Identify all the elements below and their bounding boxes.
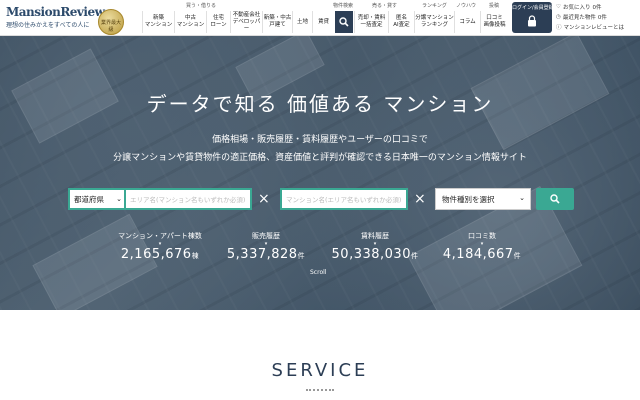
site-header: MansionReview 理想の住みかえをすべての人に 業界最大級 買う・借り… — [0, 0, 640, 36]
nav-bulk-appraisal[interactable]: 売却・賃料 一括査定 — [354, 11, 388, 33]
prefecture-select[interactable]: 都道府県 ⌄ — [68, 188, 126, 210]
logo-tagline: 理想の住みかえをすべての人に — [6, 22, 90, 29]
hero-subtitle-2: 分譲マンションや賃貸物件の適正価格、資産価値と評判が確認できる日本唯一のマンショ… — [113, 153, 527, 163]
about-link[interactable]: ⓘ マンションレビューとは — [556, 22, 640, 32]
recently-viewed-count: 0件 — [597, 15, 607, 21]
heading-divider — [306, 389, 334, 391]
stat-value: 2,165,676 — [120, 247, 192, 262]
stat-value: 5,337,828 — [226, 247, 298, 262]
stat-label: 販売履歴 — [252, 232, 280, 240]
scroll-indicator[interactable]: Scroll — [310, 269, 326, 276]
prefecture-label: 都道府県 — [74, 194, 104, 204]
nav-land[interactable]: 土地 — [292, 11, 312, 33]
hero-section: データで知る 価値ある マンション 価格相場・販売履歴・賃料履歴やユーザーの口コ… — [0, 36, 640, 310]
stat-unit: 棟 — [191, 252, 200, 260]
chevron-down-icon: ⌄ — [519, 194, 525, 202]
nav-group-post: 投稿 — [489, 3, 500, 9]
service-heading: SERVICE — [271, 360, 369, 381]
lock-icon — [528, 15, 536, 27]
favorites-link[interactable]: ♡ お気に入り 0件 — [556, 2, 640, 12]
area-input[interactable]: エリア名(マンション名もいずれか必須) — [124, 188, 252, 210]
chevron-down-icon: ⌄ — [116, 195, 122, 203]
nav-used-mansion[interactable]: 中古 マンション — [174, 11, 206, 33]
stat-label: 口コミ数 — [468, 232, 496, 240]
nav-ranking[interactable]: 分譲マンション ランキング — [414, 11, 454, 33]
recently-viewed-label: 最近見た物件 — [562, 15, 596, 21]
clock-icon: ◷ — [556, 14, 561, 20]
stat-value: 4,184,667 — [442, 247, 514, 262]
hero-subtitle-1: 価格相場・販売履歴・賃料履歴やユーザーの口コミで — [212, 135, 428, 145]
stat-rent-history: 賃料履歴 ▾ 50,338,030件 — [330, 231, 420, 262]
login-label: ログイン/会員登録 — [512, 5, 554, 11]
site-logo[interactable]: MansionReview 理想の住みかえをすべての人に 業界最大級 — [6, 5, 124, 35]
nav-developer[interactable]: 不動産会社 デベロッパー — [230, 11, 262, 33]
search-icon — [339, 17, 349, 27]
award-badge-icon: 業界最大級 — [98, 9, 124, 35]
nav-group-knowhow: ノウハウ — [456, 3, 477, 9]
question-icon: ⓘ — [556, 25, 562, 31]
logo-text: MansionReview — [6, 5, 105, 19]
stat-unit: 件 — [297, 252, 306, 260]
times-icon: × — [258, 191, 270, 207]
stat-buildings: マンション・アパート棟数 ▾ 2,165,676棟 — [112, 231, 208, 262]
property-type-label: 物件種別を選択 — [442, 194, 495, 204]
recently-viewed-link[interactable]: ◷ 最近見た物件 0件 — [556, 12, 640, 22]
nav-new-mansion[interactable]: 新築 マンション — [142, 11, 174, 33]
stat-value: 50,338,030 — [331, 247, 411, 262]
search-submit-button[interactable] — [536, 188, 574, 210]
stat-sales-history: 販売履歴 ▾ 5,337,828件 — [226, 231, 306, 262]
nav-review-post[interactable]: 口コミ 画像投稿 — [480, 11, 508, 33]
stat-label: 賃料履歴 — [361, 232, 389, 240]
nav-housing-loan[interactable]: 住宅 ローン — [206, 11, 230, 33]
heart-icon: ♡ — [556, 4, 561, 10]
nav-group-search: 物件検索 — [333, 3, 354, 9]
search-icon — [550, 194, 560, 204]
property-type-select[interactable]: 物件種別を選択 ⌄ — [435, 188, 531, 210]
badge-text: 業界最大級 — [100, 20, 121, 33]
user-side-links: ♡ お気に入り 0件 ◷ 最近見た物件 0件 ⓘ マンションレビューとは — [556, 2, 640, 32]
nav-group-ranking: ランキング — [422, 3, 447, 9]
about-label: マンションレビューとは — [563, 25, 625, 31]
nav-group-sell-lease: 売る・貸す — [372, 3, 398, 9]
nav-group-buy-rent: 買う・借りる — [186, 3, 217, 9]
favorites-label: お気に入り — [562, 5, 591, 11]
nav-column[interactable]: コラム — [454, 11, 480, 33]
login-button[interactable]: ログイン/会員登録 — [512, 2, 554, 33]
stat-label: マンション・アパート棟数 — [118, 232, 202, 240]
mansion-name-input[interactable]: マンション名(エリア名もいずれか必須) — [280, 188, 408, 210]
nav-rental[interactable]: 賃貸 — [312, 11, 334, 33]
stat-unit: 件 — [513, 252, 522, 260]
times-icon: × — [414, 191, 426, 207]
search-button[interactable] — [335, 11, 353, 33]
favorites-count: 0件 — [592, 5, 602, 11]
stat-unit: 件 — [410, 252, 419, 260]
nav-detached-house[interactable]: 新築・中古 戸建て — [262, 11, 292, 33]
stat-reviews: 口コミ数 ▾ 4,184,667件 — [442, 231, 522, 262]
search-bar: 都道府県 ⌄ エリア名(マンション名もいずれか必須) × マンション名(エリア名… — [68, 188, 576, 210]
nav-ai-appraisal[interactable]: 匿名 AI査定 — [388, 11, 414, 33]
hero-title: データで知る 価値ある マンション — [146, 92, 494, 116]
